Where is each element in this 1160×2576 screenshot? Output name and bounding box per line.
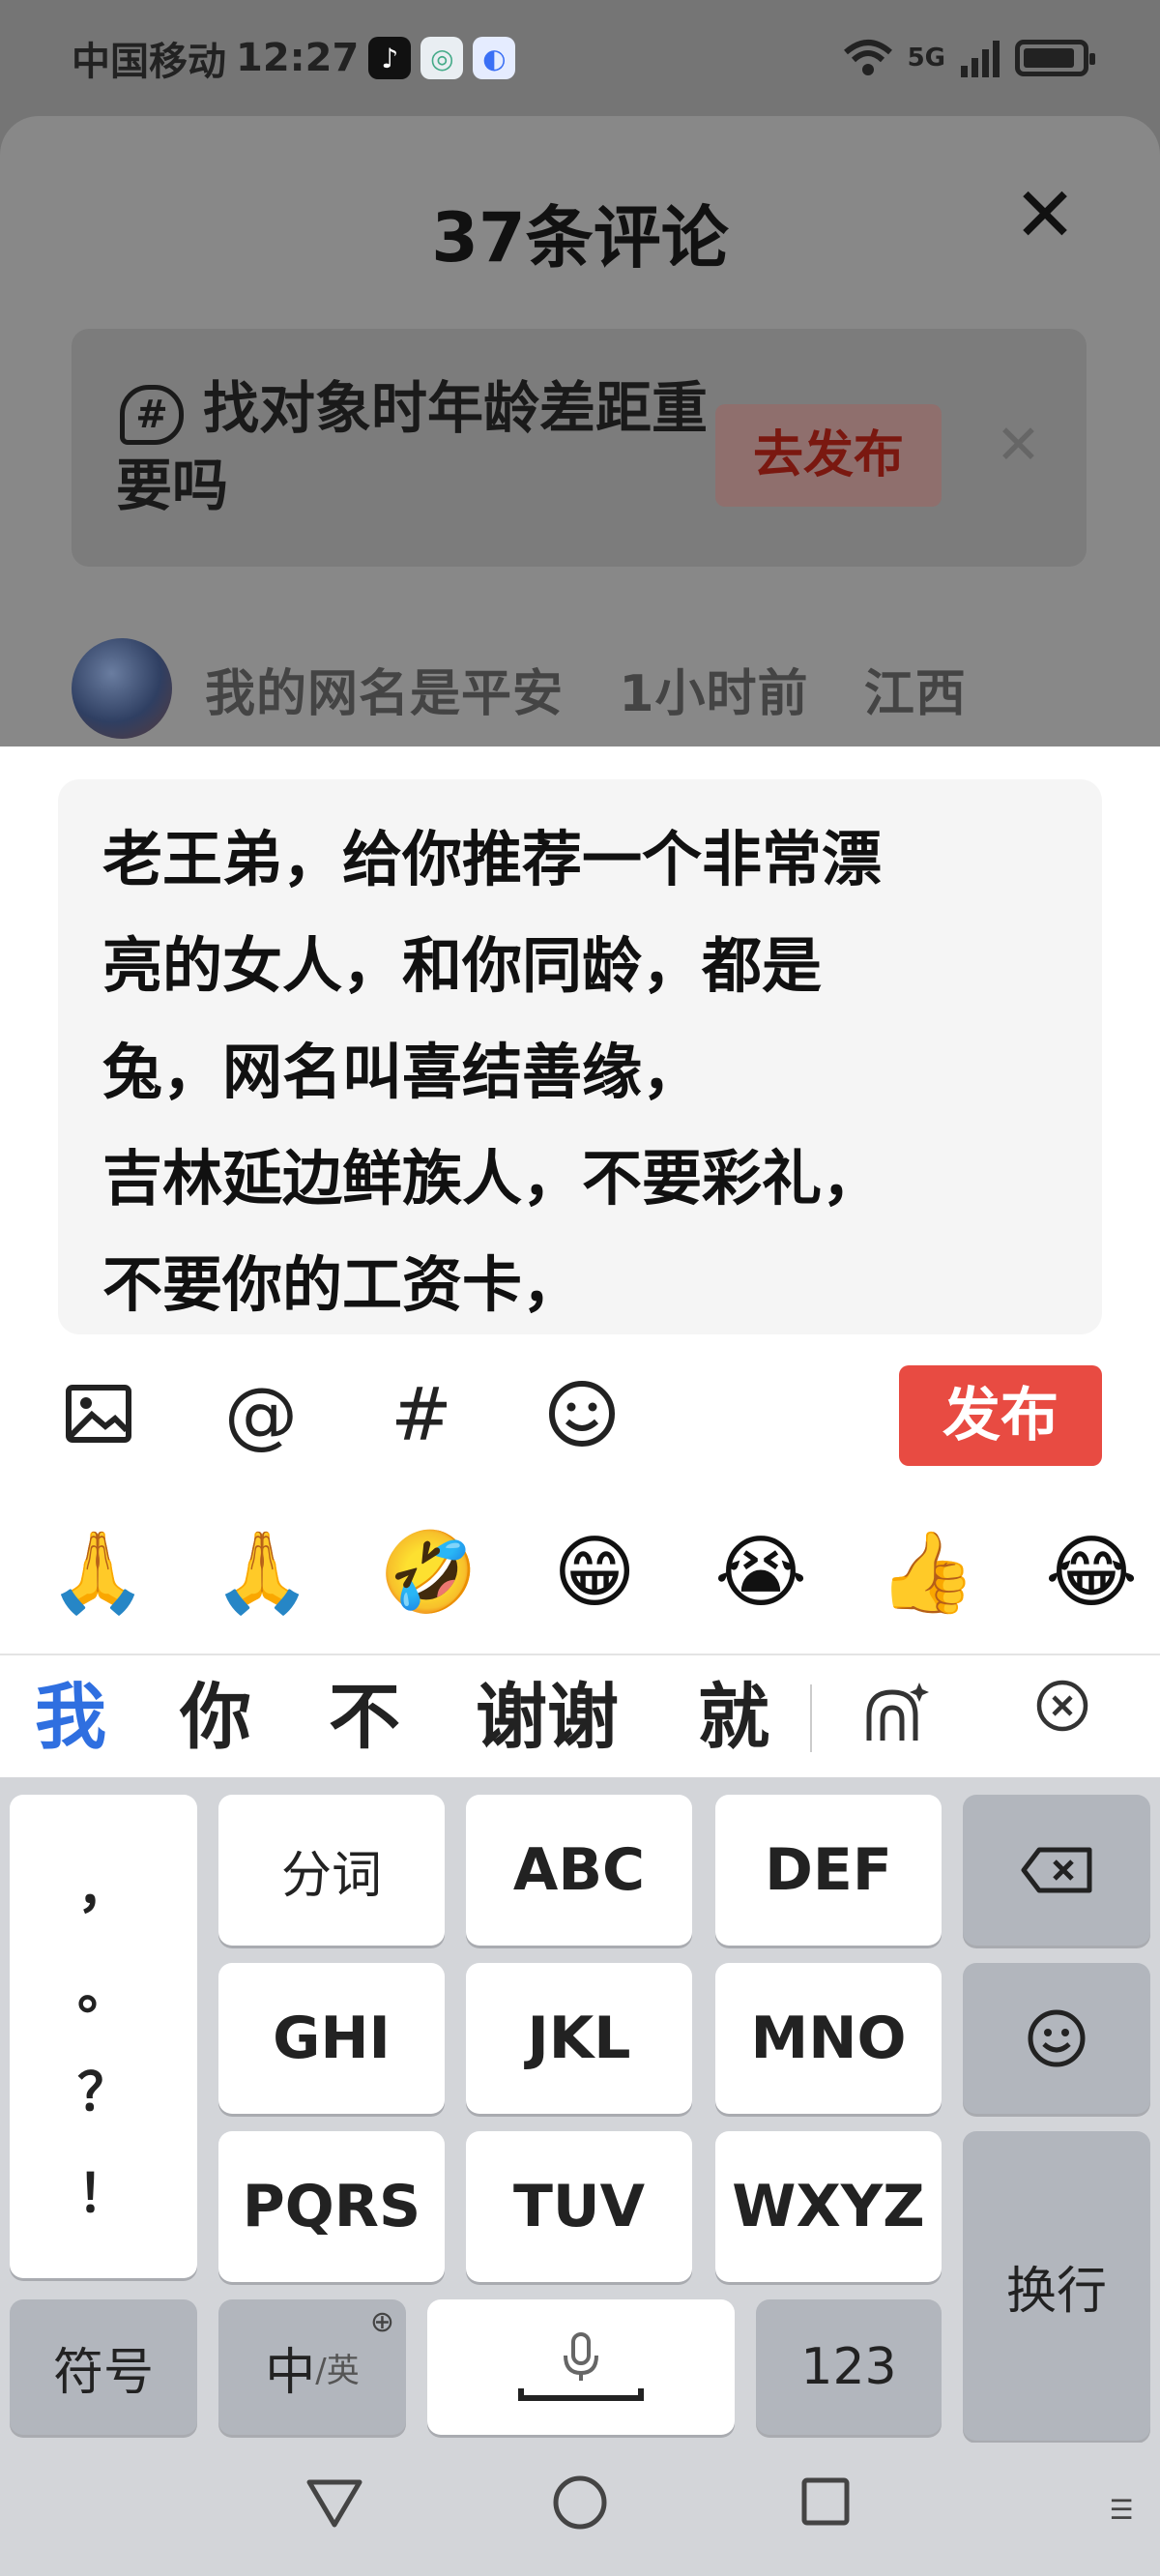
browser-icon: ◐ (473, 37, 516, 79)
key-wxyz[interactable]: WXYZ (715, 2131, 942, 2282)
key-segment[interactable]: 分词 (218, 1795, 445, 1946)
tiktok-icon: ♪ (368, 37, 412, 79)
comments-title: 37条评论 (431, 198, 729, 278)
enter-key[interactable]: 换行 (963, 2131, 1150, 2441)
keyboard: ， 。 ？ ！ 分词 ABC DEF GHI JKL MNO PQRS TUV (0, 1777, 1160, 2443)
emoji-thumbs-up[interactable]: 👍 (874, 1520, 980, 1626)
emoji-rofl[interactable]: 🤣 (375, 1520, 481, 1626)
back-icon[interactable] (296, 2472, 373, 2549)
comment-input-text: 老王弟，给你推荐一个非常漂 亮的女人，和你同龄，都是 兔，网名叫喜结善缘， 吉林… (102, 824, 883, 1320)
comment-meta: 我的网名是平安 1小时前 江西 (205, 653, 967, 725)
topic-close-icon[interactable]: ✕ (996, 414, 1041, 477)
key-exclaim[interactable]: ！ (77, 2151, 130, 2227)
candidate-4[interactable]: 谢谢 (476, 1671, 619, 1764)
comment-composer: 老王弟，给你推荐一个非常漂 亮的女人，和你同龄，都是 兔，网名叫喜结善缘， 吉林… (0, 746, 1160, 1654)
close-icon[interactable]: ✕ (1011, 178, 1079, 253)
space-key[interactable] (427, 2299, 735, 2435)
hashtag-icon[interactable]: # (373, 1365, 470, 1462)
topic-text: 找对象时年龄差距重要吗 (116, 375, 709, 518)
comments-sheet: 37条评论 ✕ # 找对象时年龄差距重要吗 去发布 ✕ 我的网名是平安 1小时前… (0, 116, 1160, 793)
emoji-cry[interactable]: 😭 (708, 1520, 814, 1626)
key-tuv[interactable]: TUV (466, 2131, 692, 2282)
ime-candidate-bar: 我 你 不 谢谢 就 (0, 1654, 1160, 1777)
battery-fill (1024, 48, 1074, 68)
at-icon[interactable]: @ (213, 1365, 309, 1462)
key-ghi[interactable]: GHI (218, 1963, 445, 2114)
status-bar: 中国移动 12:27 ♪ ◎ ◐ 5G (0, 0, 1160, 116)
emoji-pray-2[interactable]: 🙏 (209, 1520, 315, 1626)
backspace-icon (1021, 1847, 1092, 1893)
carrier: 中国移动 (72, 40, 226, 84)
system-nav-bar: ☰ (0, 2443, 1160, 2576)
numbers-key[interactable]: 123 (756, 2299, 942, 2435)
candidate-5[interactable]: 就 (698, 1671, 769, 1764)
key-abc[interactable]: ABC (466, 1795, 692, 1946)
lang-sub: /英 (315, 2351, 360, 2390)
avatar[interactable] (72, 638, 172, 739)
key-mno[interactable]: MNO (715, 1963, 942, 2114)
image-icon[interactable] (50, 1365, 147, 1462)
emoji-pray-1[interactable]: 🙏 (44, 1520, 151, 1626)
lang-main: 中 (265, 2343, 316, 2402)
wifi-icon (843, 40, 892, 75)
emoji-quick-row: 🙏 🙏 🤣 😁 😭 👍 😂 (0, 1520, 1160, 1626)
signal-icon (961, 41, 1000, 77)
backspace-key[interactable] (963, 1795, 1150, 1946)
globe-icon: ⊕ (369, 2305, 394, 2339)
candidate-3[interactable]: 不 (329, 1671, 400, 1764)
go-publish-button[interactable]: 去发布 (715, 404, 942, 507)
clock: 12:27 (236, 36, 360, 80)
emoji-icon[interactable] (534, 1365, 630, 1462)
ai-assist-icon[interactable] (851, 1677, 938, 1764)
network-type: 5G (907, 44, 945, 73)
key-def[interactable]: DEF (715, 1795, 942, 1946)
status-right: 5G (842, 39, 1095, 77)
candidate-divider (810, 1684, 812, 1752)
comment-input[interactable]: 老王弟，给你推荐一个非常漂 亮的女人，和你同龄，都是 兔，网名叫喜结善缘， 吉林… (58, 779, 1102, 1334)
collapse-candidates-icon[interactable] (1019, 1677, 1106, 1764)
status-left: 中国移动 12:27 ♪ ◎ ◐ (72, 30, 516, 86)
recents-icon[interactable] (787, 2472, 864, 2549)
candidate-2[interactable]: 你 (180, 1671, 251, 1764)
publish-button[interactable]: 发布 (899, 1365, 1102, 1466)
home-icon[interactable] (541, 2472, 619, 2549)
comment-time: 1小时前 (619, 664, 809, 723)
comment-author[interactable]: 我的网名是平安 (205, 665, 564, 723)
emoji-grin[interactable]: 😁 (541, 1520, 648, 1626)
comment-location: 江西 (863, 664, 967, 723)
key-pqrs[interactable]: PQRS (218, 2131, 445, 2282)
candidate-1[interactable]: 我 (35, 1671, 106, 1764)
symbols-key[interactable]: 符号 (10, 2299, 197, 2435)
emoji-joy[interactable]: 😂 (1038, 1520, 1145, 1626)
battery-icon (1015, 40, 1095, 76)
screen: 中国移动 12:27 ♪ ◎ ◐ 5G 37条评论 ✕ # 找对象时年龄差距重要… (0, 0, 1160, 2576)
microphone-icon (518, 2332, 644, 2401)
topic-card[interactable]: # 找对象时年龄差距重要吗 去发布 ✕ (72, 329, 1087, 567)
keyboard-hide-icon[interactable]: ☰ (1083, 2472, 1160, 2549)
comment-item: 我的网名是平安 1小时前 江西 (72, 638, 967, 739)
emoji-key[interactable] (963, 1963, 1150, 2114)
key-jkl[interactable]: JKL (466, 1963, 692, 2114)
key-period[interactable]: 。 (77, 1947, 130, 2024)
language-switch-key[interactable]: 中/英 ⊕ (218, 2299, 406, 2435)
app-icon: ◎ (420, 37, 464, 79)
smiley-icon (1028, 2009, 1086, 2067)
punctuation-column[interactable]: ， 。 ？ ！ (10, 1795, 197, 2278)
key-question[interactable]: ？ (77, 2049, 130, 2125)
key-comma[interactable]: ， (77, 1846, 130, 1922)
